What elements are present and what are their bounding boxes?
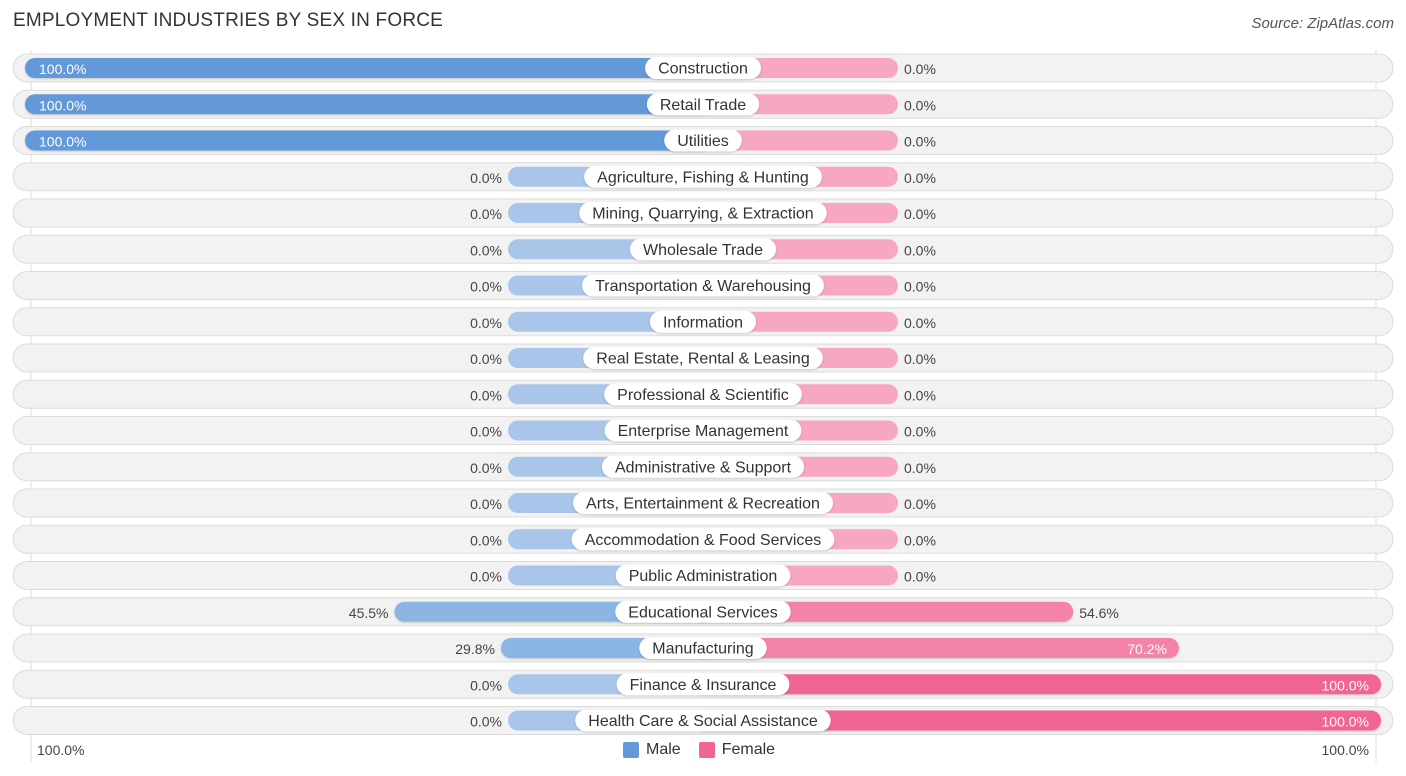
female-value-label: 0.0% — [904, 460, 936, 476]
category-label: Agriculture, Fishing & Hunting — [597, 169, 809, 186]
table-row: 0.0% 0.0% Information — [12, 307, 1394, 337]
female-value-label: 0.0% — [904, 315, 936, 331]
table-row: 45.5% 54.6% Educational Services — [12, 597, 1394, 627]
male-value-label: 0.0% — [470, 496, 502, 512]
male-value-label: 0.0% — [470, 424, 502, 440]
category-label: Construction — [658, 61, 748, 78]
male-value-label: 0.0% — [470, 206, 502, 222]
male-value-label: 0.0% — [470, 315, 502, 331]
category-label: Administrative & Support — [615, 459, 792, 476]
female-value-label: 70.2% — [1127, 641, 1167, 657]
category-label: Accommodation & Food Services — [585, 532, 822, 549]
male-value-label: 0.0% — [470, 532, 502, 548]
male-value-label: 0.0% — [470, 279, 502, 295]
female-bar — [693, 674, 1381, 695]
table-row: 0.0% 100.0% Health Care & Social Assistanc… — [12, 706, 1394, 735]
category-label: Real Estate, Rental & Leasing — [596, 351, 809, 368]
female-value-label: 54.6% — [1079, 605, 1119, 621]
category-label: Public Administration — [629, 568, 778, 585]
legend: Male Female — [623, 741, 785, 759]
table-row: 100.0% 0.0% Retail Trade — [12, 89, 1394, 119]
table-row: 0.0% 0.0% Real Estate, Rental & Leasing — [12, 343, 1394, 373]
male-value-label: 45.5% — [349, 605, 389, 621]
table-row: 0.0% 0.0% Wholesale Trade — [12, 234, 1394, 264]
female-value-label: 0.0% — [904, 387, 936, 403]
female-value-label: 0.0% — [904, 170, 936, 186]
category-label: Mining, Quarrying, & Extraction — [592, 206, 813, 223]
category-label: Transportation & Warehousing — [595, 278, 811, 295]
table-row: 0.0% 0.0% Professional & Scientific — [12, 379, 1394, 409]
male-value-label: 0.0% — [470, 460, 502, 476]
legend-item-male[interactable]: Male — [623, 741, 681, 759]
table-row: 0.0% 0.0% Administrative & Support — [12, 452, 1394, 482]
table-row: 0.0% 0.0% Enterprise Management — [12, 416, 1394, 445]
female-value-label: 0.0% — [904, 134, 936, 150]
axis-right-label: 100.0% — [1321, 742, 1369, 758]
legend-swatch-male — [623, 742, 639, 758]
male-bar — [25, 130, 713, 151]
category-label: Manufacturing — [652, 641, 753, 658]
category-label: Health Care & Social Assistance — [588, 713, 818, 730]
male-value-label: 29.8% — [455, 641, 495, 657]
chart-svg: 100.0% 0.0% Construction 100.0% 0.0% Retail T… — [12, 50, 1394, 762]
legend-item-female[interactable]: Female — [698, 741, 776, 759]
category-label: Information — [663, 314, 743, 331]
male-value-label: 0.0% — [470, 387, 502, 403]
legend-label-female: Female — [721, 741, 776, 758]
table-row: 100.0% 0.0% Construction — [12, 53, 1394, 83]
male-bar — [25, 94, 713, 115]
male-value-label: 0.0% — [470, 170, 502, 186]
table-row: 0.0% 0.0% Accommodation & Food Services — [12, 524, 1394, 554]
table-row: 0.0% 0.0% Mining, Quarrying, & Extraction — [12, 198, 1394, 228]
male-value-label: 100.0% — [39, 97, 86, 113]
female-value-label: 0.0% — [904, 351, 936, 367]
category-label: Wholesale Trade — [643, 242, 763, 259]
table-row: 0.0% 0.0% Arts, Entertainment & Recreation — [12, 488, 1394, 518]
table-row: 0.0% 0.0% Agriculture, Fishing & Hunting — [12, 162, 1394, 192]
female-value-label: 0.0% — [904, 61, 936, 77]
female-value-label: 100.0% — [1322, 677, 1369, 693]
female-value-label: 0.0% — [904, 242, 936, 258]
male-value-label: 0.0% — [470, 714, 502, 730]
female-value-label: 0.0% — [904, 279, 936, 295]
table-row: 29.8% 70.2% Manufacturing — [12, 633, 1394, 663]
category-label: Arts, Entertainment & Recreation — [586, 496, 820, 513]
female-value-label: 0.0% — [904, 206, 936, 222]
legend-label-male: Male — [646, 741, 681, 758]
table-row: 100.0% 0.0% Utilities — [12, 126, 1394, 155]
category-label: Finance & Insurance — [630, 677, 777, 694]
category-label: Educational Services — [628, 604, 777, 621]
female-value-label: 0.0% — [904, 424, 936, 440]
table-row: 0.0% 100.0% Finance & Insurance — [12, 669, 1394, 699]
legend-swatch-female — [698, 742, 715, 758]
category-label: Utilities — [677, 133, 729, 150]
male-value-label: 100.0% — [39, 134, 86, 150]
male-value-label: 0.0% — [470, 351, 502, 367]
female-value-label: 0.0% — [904, 97, 936, 113]
category-label: Professional & Scientific — [617, 387, 789, 404]
male-bar — [25, 58, 713, 78]
axis-left-label: 100.0% — [37, 742, 85, 758]
female-value-label: 0.0% — [904, 496, 936, 512]
male-value-label: 0.0% — [470, 569, 502, 585]
male-value-label: 0.0% — [470, 677, 502, 693]
category-label: Enterprise Management — [618, 423, 789, 440]
female-value-label: 0.0% — [904, 532, 936, 548]
male-value-label: 0.0% — [470, 242, 502, 258]
female-value-label: 0.0% — [904, 569, 936, 585]
category-label: Retail Trade — [660, 97, 746, 114]
table-row: 0.0% 0.0% Transportation & Warehousing — [12, 271, 1394, 300]
table-row: 0.0% 0.0% Public Administration — [12, 561, 1394, 590]
male-value-label: 100.0% — [39, 61, 86, 77]
female-value-label: 100.0% — [1322, 714, 1369, 730]
